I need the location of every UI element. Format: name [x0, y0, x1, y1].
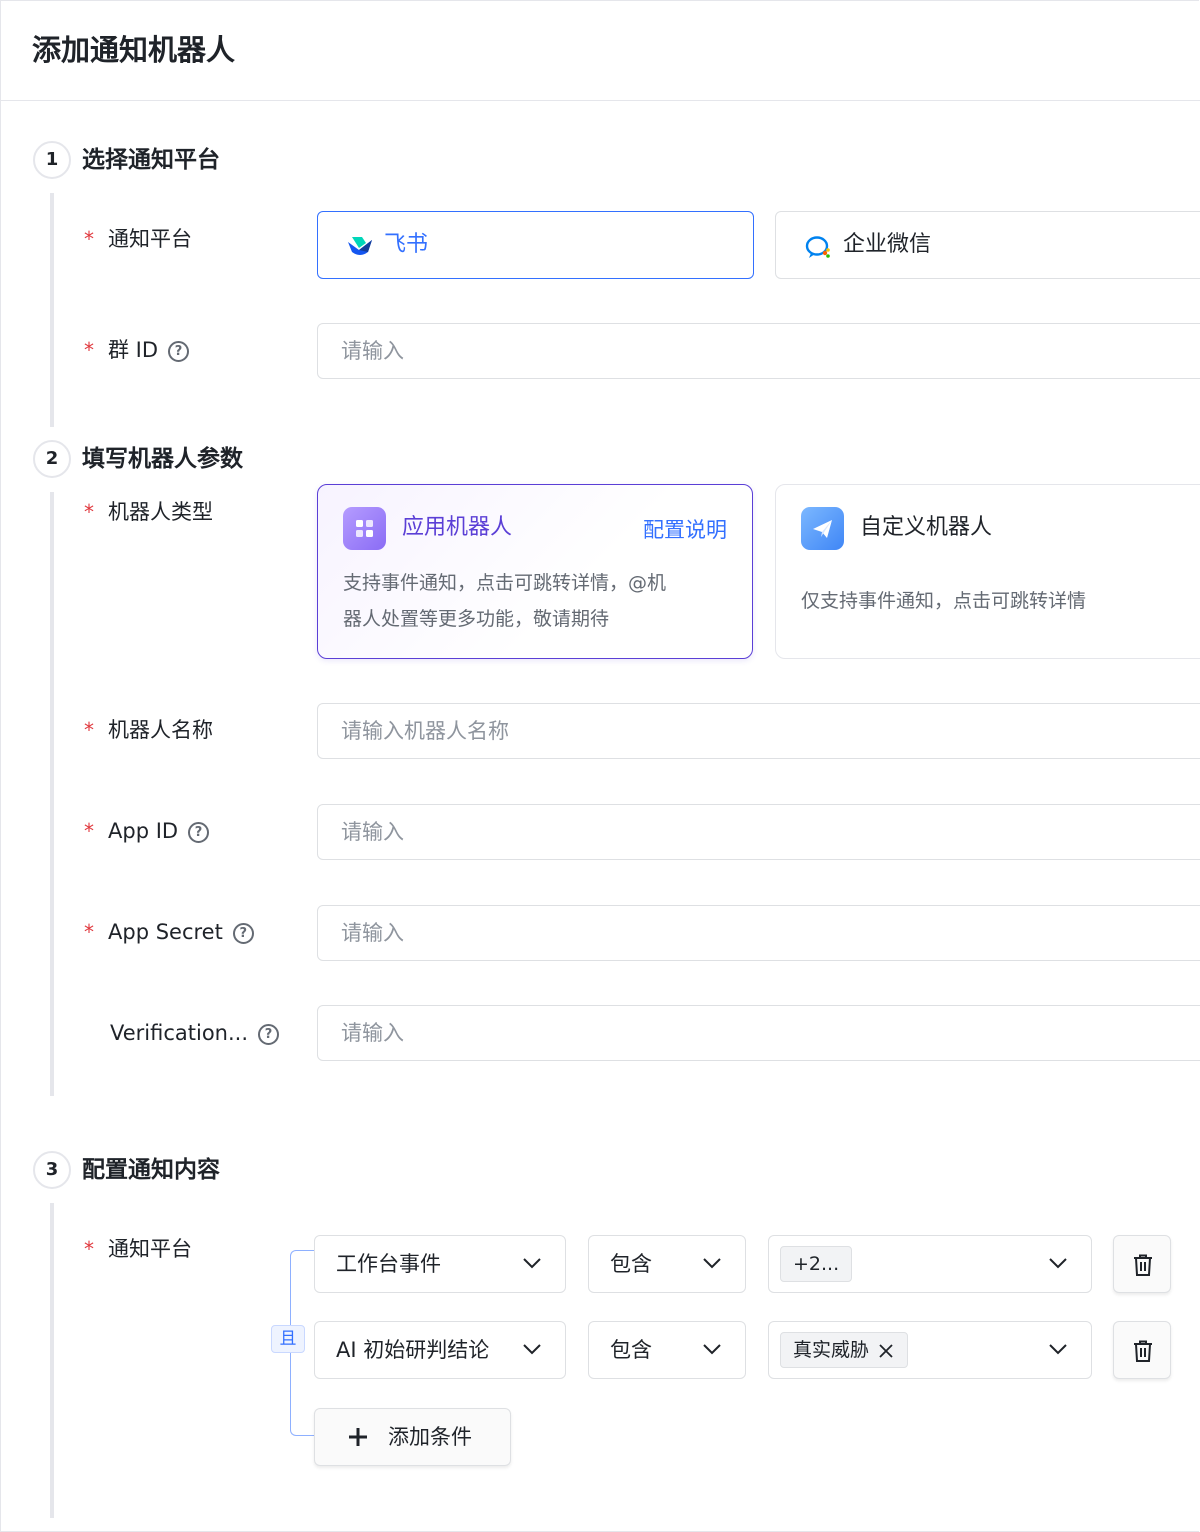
trash-icon	[1134, 1254, 1152, 1276]
config-guide-link[interactable]: 配置说明	[643, 515, 727, 545]
step-number-3: 3	[33, 1151, 71, 1189]
feishu-logo-icon	[346, 234, 374, 262]
required-mark: *	[84, 500, 94, 524]
robot-type-label: * 机器人类型	[84, 500, 213, 524]
platform-option-feishu[interactable]: 飞书	[317, 211, 754, 279]
dialog-header: 添加通知机器人	[0, 0, 1200, 101]
notify-platform-label: * 通知平台	[84, 1237, 192, 1261]
wecom-logo-icon	[804, 234, 832, 264]
robot-type-desc: 支持事件通知，点击可跳转详情，@机	[343, 572, 667, 594]
help-icon[interactable]: ?	[258, 1024, 280, 1045]
help-icon[interactable]: ?	[188, 822, 210, 843]
chevron-down-icon	[703, 1344, 721, 1355]
value-tag: 真实威胁	[780, 1332, 909, 1368]
delete-condition-button[interactable]	[1113, 1235, 1171, 1293]
app-id-label: * App ID?	[84, 816, 210, 846]
delete-condition-button[interactable]	[1113, 1321, 1171, 1379]
help-icon[interactable]: ?	[168, 341, 190, 362]
required-mark: *	[84, 718, 94, 742]
paper-plane-icon	[801, 507, 844, 550]
chevron-down-icon	[703, 1258, 721, 1269]
step-title-2: 填写机器人参数	[82, 446, 243, 472]
value-tag: +2...	[780, 1246, 853, 1282]
app-id-input[interactable]: 请输入	[317, 804, 1200, 860]
platform-label: * 通知平台	[84, 227, 192, 251]
step1-line	[50, 193, 54, 427]
robot-type-title: 应用机器人	[402, 515, 513, 540]
plus-icon	[349, 1428, 367, 1446]
robot-type-custom[interactable]: 自定义机器人 仅支持事件通知，点击可跳转详情	[775, 484, 1200, 659]
trash-icon	[1134, 1340, 1152, 1362]
chevron-down-icon	[1049, 1258, 1067, 1269]
required-mark: *	[84, 227, 94, 251]
condition-operator-select[interactable]: 包含	[588, 1321, 746, 1379]
group-id-label: * 群 ID?	[84, 335, 190, 365]
required-mark: *	[84, 920, 94, 944]
required-mark: *	[84, 1237, 94, 1261]
condition-value-select[interactable]: +2...	[768, 1235, 1092, 1293]
robot-type-title: 自定义机器人	[860, 515, 993, 540]
condition-operator-select[interactable]: 包含	[588, 1235, 746, 1293]
app-robot-icon	[343, 507, 386, 550]
logic-and-badge[interactable]: 且	[271, 1325, 305, 1353]
help-icon[interactable]: ?	[232, 923, 254, 944]
page-title: 添加通知机器人	[32, 33, 236, 67]
step-number-1: 1	[33, 141, 71, 179]
robot-type-desc: 仅支持事件通知，点击可跳转详情	[801, 590, 1087, 612]
app-secret-label: * App Secret?	[84, 917, 254, 947]
step2-line	[50, 492, 54, 1096]
verification-label: Verification...?	[110, 1018, 280, 1048]
add-condition-button[interactable]: 添加条件	[314, 1408, 511, 1466]
required-mark: *	[84, 819, 94, 843]
condition-field-select[interactable]: 工作台事件	[314, 1235, 566, 1293]
platform-option-label: 企业微信	[843, 232, 932, 257]
app-secret-input[interactable]: 请输入	[317, 905, 1200, 961]
verification-input[interactable]: 请输入	[317, 1005, 1200, 1061]
chevron-down-icon	[1049, 1344, 1067, 1355]
close-icon[interactable]	[879, 1344, 893, 1358]
condition-value-select[interactable]: 真实威胁	[768, 1321, 1092, 1379]
robot-name-input[interactable]: 请输入机器人名称	[317, 703, 1200, 759]
robot-type-app[interactable]: 应用机器人 配置说明 支持事件通知，点击可跳转详情，@机 器人处置等更多功能，敬…	[317, 484, 753, 659]
robot-name-label: * 机器人名称	[84, 718, 213, 742]
group-id-input[interactable]: 请输入	[317, 323, 1200, 379]
step-number-2: 2	[33, 440, 71, 478]
step-title-3: 配置通知内容	[82, 1157, 220, 1183]
platform-option-wecom[interactable]: 企业微信	[775, 211, 1200, 279]
required-mark: *	[84, 338, 94, 362]
add-condition-label: 添加条件	[388, 1425, 472, 1449]
step-title-1: 选择通知平台	[82, 147, 220, 173]
step3-line	[50, 1203, 54, 1518]
chevron-down-icon	[523, 1344, 541, 1355]
platform-option-label: 飞书	[384, 232, 429, 257]
condition-field-select[interactable]: AI 初始研判结论	[314, 1321, 566, 1379]
chevron-down-icon	[523, 1258, 541, 1269]
robot-type-desc: 器人处置等更多功能，敬请期待	[343, 608, 610, 630]
